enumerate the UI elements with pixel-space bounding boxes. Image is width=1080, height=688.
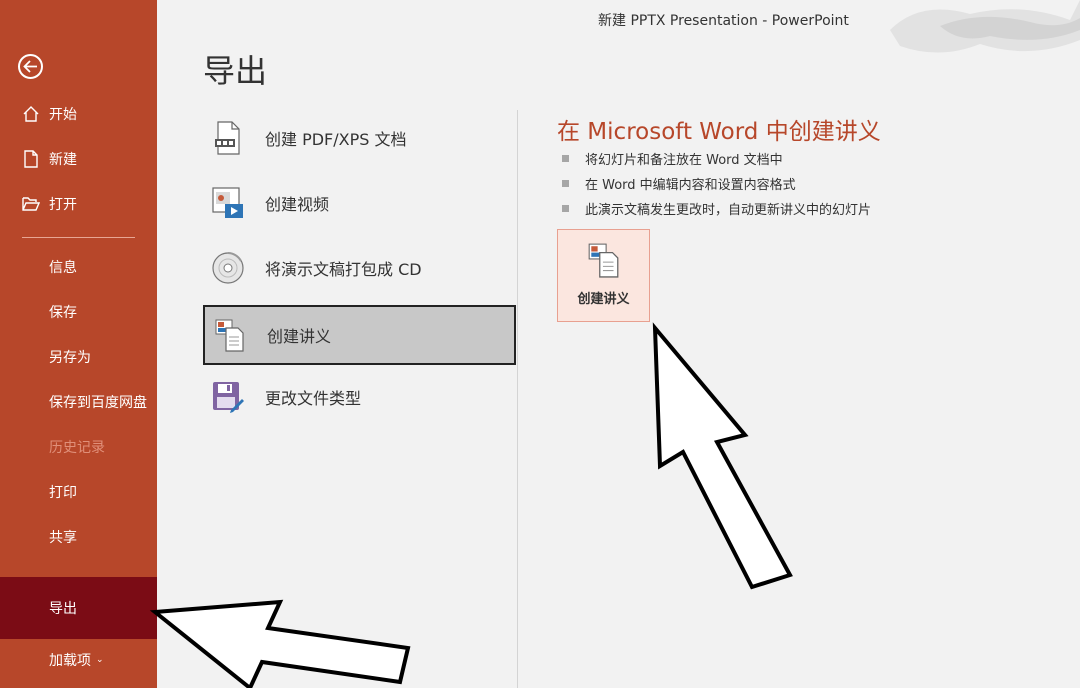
arrow-annotation-create (652, 322, 793, 590)
sidebar-item-share[interactable]: 共享 (0, 515, 157, 559)
export-option-pdf[interactable]: 创建 PDF/XPS 文档 (203, 108, 516, 168)
sidebar-item-label: 保存到百度网盘 (49, 395, 147, 411)
pane-divider (517, 110, 518, 688)
sidebar-item-history: 历史记录 (0, 425, 157, 469)
sidebar-divider (22, 237, 135, 238)
sidebar-item-label: 历史记录 (49, 440, 105, 456)
sidebar-item-open[interactable]: 打开 (0, 182, 157, 226)
export-option-change-file-type[interactable]: 更改文件类型 (203, 367, 516, 427)
sidebar-item-label: 打印 (49, 485, 77, 501)
bullet-text: 在 Word 中编辑内容和设置内容格式 (585, 178, 796, 193)
create-handouts-button[interactable]: 创建讲义 (557, 229, 650, 322)
handout-icon (586, 242, 622, 278)
create-handouts-label: 创建讲义 (577, 292, 630, 307)
sidebar-item-new[interactable]: 新建 (0, 137, 157, 181)
cd-icon (211, 250, 245, 286)
sidebar-item-label: 打开 (49, 197, 77, 213)
sidebar-item-label: 另存为 (49, 350, 91, 366)
chevron-down-icon: ⌄ (96, 655, 104, 665)
bullet-square-icon (562, 205, 569, 212)
detail-bullets: 将幻灯片和备注放在 Word 文档中 在 Word 中编辑内容和设置内容格式 此… (562, 146, 871, 221)
bullet-square-icon (562, 155, 569, 162)
bullet-item: 将幻灯片和备注放在 Word 文档中 (562, 146, 871, 171)
sidebar-item-label: 共享 (49, 530, 77, 546)
sidebar-item-info[interactable]: 信息 (0, 245, 157, 289)
bullet-text: 将幻灯片和备注放在 Word 文档中 (585, 153, 783, 168)
sidebar-item-home[interactable]: 开始 (0, 92, 157, 136)
export-option-label: 创建 PDF/XPS 文档 (265, 130, 407, 149)
export-option-label: 更改文件类型 (265, 389, 362, 408)
sidebar-item-label: 导出 (49, 601, 77, 617)
sidebar-item-save-to-baidu[interactable]: 保存到百度网盘 (0, 380, 157, 424)
video-icon (211, 185, 245, 221)
arrow-annotation-export (149, 599, 411, 688)
bullet-item: 此演示文稿发生更改时，自动更新讲义中的幻灯片 (562, 196, 871, 221)
sidebar-item-export[interactable]: 导出 (0, 577, 157, 639)
detail-title: 在 Microsoft Word 中创建讲义 (557, 119, 881, 145)
sidebar-item-label: 开始 (49, 107, 77, 123)
back-arrow-icon[interactable] (18, 54, 43, 79)
export-option-label: 将演示文稿打包成 CD (265, 260, 422, 279)
sidebar-item-save-as[interactable]: 另存为 (0, 335, 157, 379)
export-option-video[interactable]: 创建视频 (203, 173, 516, 233)
export-option-package-cd[interactable]: 将演示文稿打包成 CD (203, 238, 516, 298)
annotation-arrows (149, 322, 793, 688)
export-option-label: 创建讲义 (267, 327, 332, 346)
file-type-icon (211, 379, 245, 415)
sidebar-item-save[interactable]: 保存 (0, 290, 157, 334)
bullet-square-icon (562, 180, 569, 187)
window-title: 新建 PPTX Presentation - PowerPoint (598, 13, 849, 29)
title-decoration (880, 0, 1080, 64)
export-option-handouts[interactable]: 创建讲义 (203, 305, 516, 365)
sidebar-item-addins[interactable]: 加载项 ⌄ (0, 638, 157, 682)
open-folder-icon (22, 195, 40, 213)
sidebar-item-print[interactable]: 打印 (0, 470, 157, 514)
bullet-item: 在 Word 中编辑内容和设置内容格式 (562, 171, 871, 196)
sidebar-item-label: 新建 (49, 152, 77, 168)
backstage-sidebar: 开始 新建 打开 信息 保存 另存为 保存到百度网盘 历史记录 打印 共享 导出… (0, 0, 157, 688)
handout-icon (213, 317, 247, 353)
page-title: 导出 (203, 52, 268, 90)
pdf-document-icon (211, 120, 245, 156)
sidebar-item-label: 保存 (49, 305, 77, 321)
home-icon (22, 105, 40, 123)
new-document-icon (22, 150, 40, 168)
sidebar-item-label: 加载项 (49, 653, 91, 669)
sidebar-item-label: 信息 (49, 260, 77, 276)
bullet-text: 此演示文稿发生更改时，自动更新讲义中的幻灯片 (585, 203, 872, 218)
export-option-label: 创建视频 (265, 195, 330, 214)
